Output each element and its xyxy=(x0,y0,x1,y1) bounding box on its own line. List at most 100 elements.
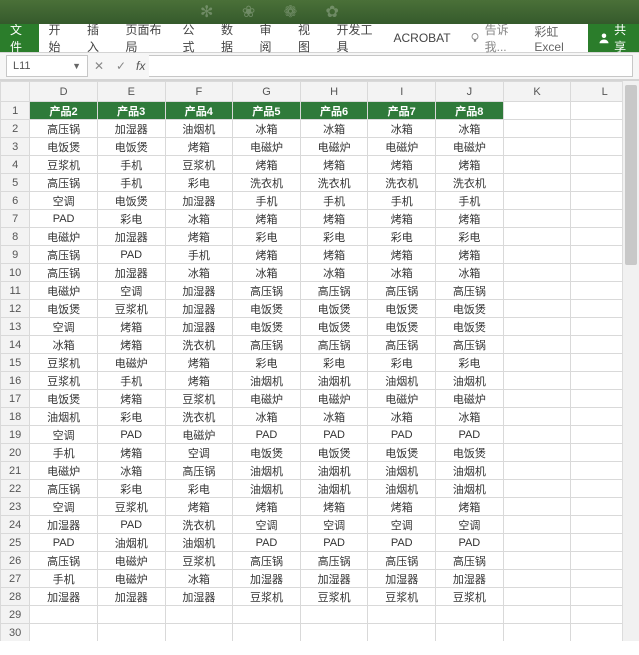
cell[interactable]: 产品3 xyxy=(97,102,165,120)
cell[interactable]: 烤箱 xyxy=(368,156,436,174)
cell[interactable]: 空调 xyxy=(368,516,436,534)
cell[interactable]: 电饭煲 xyxy=(97,192,165,210)
cell[interactable]: 油烟机 xyxy=(368,372,436,390)
cell[interactable]: PAD xyxy=(300,534,368,552)
cell[interactable]: 电磁炉 xyxy=(436,390,504,408)
cell[interactable] xyxy=(503,282,571,300)
row-header[interactable]: 7 xyxy=(1,210,30,228)
row-header[interactable]: 29 xyxy=(1,606,30,624)
row-header[interactable]: 13 xyxy=(1,318,30,336)
cell[interactable]: 烤箱 xyxy=(233,156,301,174)
tab-file[interactable]: 文件 xyxy=(0,24,39,52)
cell[interactable]: 油烟机 xyxy=(233,372,301,390)
column-header[interactable]: F xyxy=(165,82,233,102)
cell[interactable]: 豆浆机 xyxy=(233,588,301,606)
cell[interactable]: 加湿器 xyxy=(165,318,233,336)
cell[interactable]: 油烟机 xyxy=(233,480,301,498)
cell[interactable] xyxy=(503,426,571,444)
cell[interactable]: 烤箱 xyxy=(368,246,436,264)
cell[interactable]: 彩电 xyxy=(436,354,504,372)
cell[interactable]: 高压锅 xyxy=(30,120,98,138)
row-header[interactable]: 4 xyxy=(1,156,30,174)
cell[interactable]: 高压锅 xyxy=(30,174,98,192)
cell[interactable]: 豆浆机 xyxy=(436,588,504,606)
cell[interactable]: 高压锅 xyxy=(30,264,98,282)
cell[interactable] xyxy=(503,408,571,426)
cell[interactable]: 烤箱 xyxy=(436,156,504,174)
cell[interactable] xyxy=(503,300,571,318)
cell[interactable]: 冰箱 xyxy=(300,264,368,282)
cell[interactable]: 电饭煲 xyxy=(368,444,436,462)
cell[interactable] xyxy=(503,192,571,210)
row-header[interactable]: 17 xyxy=(1,390,30,408)
cell[interactable]: 冰箱 xyxy=(300,120,368,138)
row-header[interactable]: 8 xyxy=(1,228,30,246)
cell[interactable]: 洗衣机 xyxy=(436,174,504,192)
cell[interactable]: 加湿器 xyxy=(97,228,165,246)
cell[interactable]: 烤箱 xyxy=(368,210,436,228)
cell[interactable]: 电饭煲 xyxy=(97,138,165,156)
cell[interactable] xyxy=(503,534,571,552)
cell[interactable]: 加湿器 xyxy=(436,570,504,588)
cell[interactable]: 彩电 xyxy=(165,480,233,498)
cell[interactable]: 加湿器 xyxy=(165,282,233,300)
cell[interactable] xyxy=(503,516,571,534)
cell[interactable] xyxy=(97,624,165,642)
cell[interactable]: 烤箱 xyxy=(97,318,165,336)
cell[interactable]: 空调 xyxy=(233,516,301,534)
confirm-formula-button[interactable]: ✓ xyxy=(110,59,132,73)
cell[interactable] xyxy=(503,228,571,246)
cell[interactable]: PAD xyxy=(436,426,504,444)
cell[interactable] xyxy=(30,606,98,624)
cell[interactable]: PAD xyxy=(97,516,165,534)
cell[interactable]: 油烟机 xyxy=(300,372,368,390)
tab-acrobat[interactable]: ACROBAT xyxy=(384,24,461,52)
cell[interactable]: 油烟机 xyxy=(30,408,98,426)
cell[interactable]: 电饭煲 xyxy=(300,300,368,318)
row-header[interactable]: 22 xyxy=(1,480,30,498)
row-header[interactable]: 23 xyxy=(1,498,30,516)
cell[interactable]: 高压锅 xyxy=(30,246,98,264)
cell[interactable]: 彩电 xyxy=(233,354,301,372)
cell[interactable]: 油烟机 xyxy=(233,462,301,480)
cell[interactable]: 洗衣机 xyxy=(233,174,301,192)
cell[interactable]: 高压锅 xyxy=(233,336,301,354)
cell[interactable]: 加湿器 xyxy=(97,588,165,606)
row-header[interactable]: 2 xyxy=(1,120,30,138)
cell[interactable]: 高压锅 xyxy=(233,552,301,570)
tab-formulas[interactable]: 公式 xyxy=(173,24,212,52)
cell[interactable]: 电饭煲 xyxy=(436,444,504,462)
cell[interactable] xyxy=(368,606,436,624)
cell[interactable]: 烤箱 xyxy=(436,498,504,516)
cell[interactable]: 电磁炉 xyxy=(368,390,436,408)
cell[interactable] xyxy=(503,552,571,570)
row-header[interactable]: 27 xyxy=(1,570,30,588)
cell[interactable]: 电磁炉 xyxy=(97,354,165,372)
tab-insert[interactable]: 插入 xyxy=(77,24,116,52)
cell[interactable]: 豆浆机 xyxy=(30,156,98,174)
cell[interactable]: 加湿器 xyxy=(97,264,165,282)
cell[interactable]: 高压锅 xyxy=(300,282,368,300)
cell[interactable]: 产品2 xyxy=(30,102,98,120)
cell[interactable]: 烤箱 xyxy=(300,246,368,264)
select-all-corner[interactable] xyxy=(1,82,30,102)
row-header[interactable]: 15 xyxy=(1,354,30,372)
cell[interactable]: 电磁炉 xyxy=(97,552,165,570)
cell[interactable] xyxy=(503,318,571,336)
cell[interactable] xyxy=(503,174,571,192)
cell[interactable]: 手机 xyxy=(97,156,165,174)
cell[interactable]: 电饭煲 xyxy=(30,390,98,408)
cell[interactable] xyxy=(503,390,571,408)
cell[interactable] xyxy=(503,480,571,498)
cell[interactable]: 烤箱 xyxy=(300,156,368,174)
cell[interactable]: 电饭煲 xyxy=(233,300,301,318)
cell[interactable]: 油烟机 xyxy=(165,534,233,552)
cell[interactable]: PAD xyxy=(300,426,368,444)
cell[interactable]: 电饭煲 xyxy=(233,318,301,336)
cell[interactable]: 产品8 xyxy=(436,102,504,120)
column-header[interactable]: E xyxy=(97,82,165,102)
cell[interactable]: 油烟机 xyxy=(97,534,165,552)
cell[interactable] xyxy=(503,624,571,642)
cell[interactable]: 豆浆机 xyxy=(165,156,233,174)
cell[interactable]: 彩电 xyxy=(97,480,165,498)
